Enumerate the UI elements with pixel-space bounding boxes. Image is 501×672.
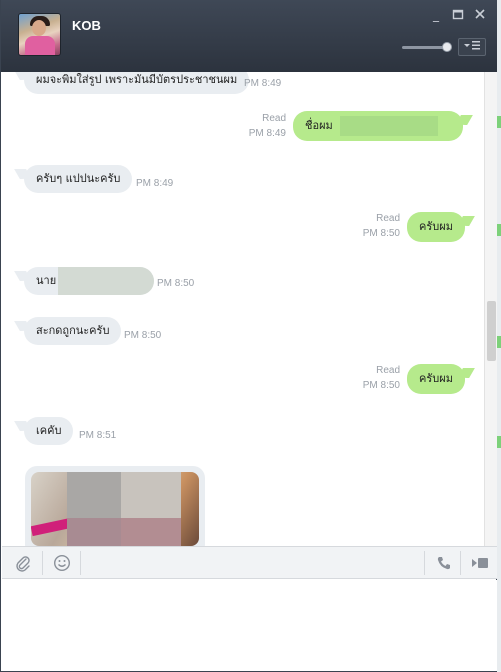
toolbar-divider xyxy=(80,551,81,575)
message-list[interactable]: ผมจะพิมใส่รูป เพราะมันมีบัตรประชาชนผม PM… xyxy=(4,72,497,546)
message-bubble-outgoing[interactable]: ครับผม xyxy=(407,364,465,394)
message-text: ครับผม xyxy=(419,220,453,233)
contact-avatar[interactable] xyxy=(18,13,61,56)
paperclip-icon[interactable] xyxy=(4,547,42,579)
minimize-icon[interactable]: _ xyxy=(429,8,443,22)
message-bubble-incoming[interactable]: สะกดถูกนะครับ xyxy=(24,317,122,345)
chat-scrollbar[interactable] xyxy=(484,72,497,546)
menu-icon[interactable] xyxy=(458,38,486,56)
message-bubble-outgoing[interactable]: ครับผม xyxy=(407,212,465,242)
message-text: ครับผม xyxy=(419,372,453,385)
message-bubble-outgoing[interactable]: ชื่อผม xyxy=(293,111,463,141)
message-text: สะกดถูกนะครับ xyxy=(36,324,110,337)
redacted-block xyxy=(121,472,181,518)
message-time: PM 8:49 xyxy=(244,78,282,89)
read-status: Read xyxy=(376,213,400,224)
message-text: เคคับ xyxy=(36,424,62,437)
message-text: นาย xyxy=(36,274,57,287)
avatar-face xyxy=(32,20,46,36)
slider-handle[interactable] xyxy=(442,42,452,52)
chat-toolbar xyxy=(2,546,497,579)
message-input[interactable] xyxy=(2,580,497,671)
scrollbar-thumb[interactable] xyxy=(487,301,496,361)
chat-window: KOB _ ผมจะพิมใส่รูป เพราะมันมีบัตรประชาช… xyxy=(0,0,498,672)
message-time: PM 8:50 xyxy=(157,278,195,289)
message-time: PM 8:50 xyxy=(362,228,400,239)
message-time: PM 8:51 xyxy=(79,430,117,441)
photo-thumbnail[interactable] xyxy=(31,472,199,546)
message-bubble-incoming[interactable]: นาย xyxy=(24,267,154,295)
redacted-text xyxy=(340,116,439,136)
read-status: Read xyxy=(376,365,400,376)
redacted-text xyxy=(57,267,154,295)
smiley-icon[interactable] xyxy=(43,547,81,579)
message-time: PM 8:50 xyxy=(362,380,400,391)
background-window-edge xyxy=(497,0,501,672)
message-time: PM 8:49 xyxy=(136,178,174,189)
message-bubble-incoming[interactable]: ครับๆ แปปนะครับ xyxy=(24,165,133,193)
redacted-block xyxy=(67,518,121,546)
redacted-block xyxy=(67,472,121,518)
contact-name: KOB xyxy=(72,18,101,33)
avatar-body xyxy=(25,36,55,55)
message-text: ชื่อผม xyxy=(305,119,333,132)
maximize-icon[interactable] xyxy=(451,8,465,22)
message-time: PM 8:50 xyxy=(124,330,162,341)
message-time: PM 8:49 xyxy=(248,128,286,139)
redacted-block xyxy=(121,518,181,546)
message-text: ครับๆ แปปนะครับ xyxy=(36,172,121,185)
chat-header: KOB _ xyxy=(1,0,498,72)
phone-icon[interactable] xyxy=(425,547,463,579)
video-icon[interactable] xyxy=(461,547,499,579)
message-bubble-incoming[interactable]: ผมจะพิมใส่รูป เพราะมันมีบัตรประชาชนผม xyxy=(24,72,250,94)
close-icon[interactable] xyxy=(473,8,487,22)
message-bubble-incoming[interactable]: เคคับ xyxy=(24,417,74,445)
read-status: Read xyxy=(262,113,286,124)
message-text: ผมจะพิมใส่รูป เพราะมันมีบัตรประชาชนผม xyxy=(36,73,238,86)
